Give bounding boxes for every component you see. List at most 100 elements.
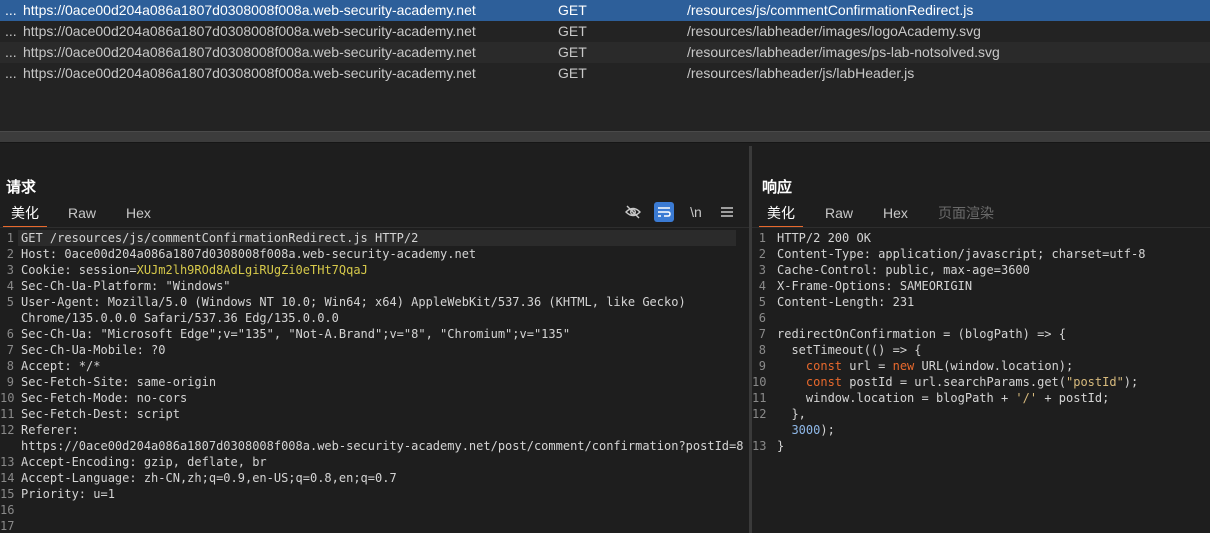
row-marker: ... [5,2,17,18]
code-line: Host: 0ace00d204a086a1807d0308008f008a.w… [21,247,741,261]
row-marker: ... [5,65,17,81]
request-title: 请求 [6,179,37,196]
token-k: Accept: [21,359,72,373]
line-number: 8 [6,359,14,373]
code-line: Content-Length: 231 [777,295,1207,309]
url-cell: /resources/labheader/images/ps-lab-notso… [687,44,1000,60]
code-line: HTTP/2 200 OK [777,231,1207,245]
token-k: Sec-Ch-Ua: [21,327,94,341]
token-v: zh-CN,zh;q=0.9,en-US;q=0.8,en;q=0.7 [136,471,397,485]
token-k: Cache-Control: [777,263,879,277]
token-k: User-Agent: [21,295,101,309]
token-k: Content-Length: [777,295,886,309]
line-number: 9 [6,375,14,389]
token-k: Sec-Fetch-Mode: [21,391,130,405]
token-v: */* [71,359,101,373]
code-line: setTimeout(() => { [777,343,1207,357]
line-number: 10 [752,375,767,389]
response-editor[interactable]: 1 HTTP/2 200 OK 2 Content-Type: application… [752,227,1210,533]
tab-render[interactable]: 页面渲染 [938,201,994,225]
token-num: 3000 [777,423,821,437]
token-k: Sec-Ch-Ua-Platform: [21,279,159,293]
tab-raw[interactable]: Raw [825,201,853,225]
history-row[interactable]: ... https://0ace00d204a086a1807d0308008f0… [0,42,1210,63]
token-k: Accept-Language: [21,471,137,485]
token-str: "postId" [1066,375,1124,389]
history-row[interactable]: ... https://0ace00d204a086a1807d0308008f0… [0,21,1210,42]
response-title: 响应 [762,179,793,196]
method-cell: GET [558,23,587,39]
line-number: 5 [6,295,14,309]
token-k: Sec-Ch-Ua-Mobile: [21,343,144,357]
token-v2: URL(window.location); [914,359,1074,373]
token-k: Referer: [21,423,79,437]
token-v: "Windows" [158,279,231,293]
request-editor[interactable]: 1 GET /resources/js/commentConfirmationRe… [0,227,749,533]
code-line: Sec-Fetch-Site: same-origin [21,375,741,389]
code-line: Accept-Encoding: gzip, deflate, br [21,455,741,469]
history-row[interactable]: ... https://0ace00d204a086a1807d0308008f0… [0,0,1210,21]
line-number: 4 [6,279,14,293]
token-v2: ); [820,423,835,437]
line-number: 1 [758,231,766,245]
line-number: 8 [758,343,766,357]
token-kw2: new [892,359,915,373]
tab-pretty[interactable]: 美化 [3,201,47,228]
line-number: 1 [6,231,14,245]
code-line: window.location = blogPath + '/' + postI… [777,391,1207,405]
line-number: 9 [758,359,766,373]
code-line: https://0ace00d204a086a1807d0308008f008a… [21,439,744,453]
token-v: 231 [885,295,915,309]
menu-icon[interactable] [717,202,737,222]
horizontal-splitter[interactable] [0,131,1210,143]
line-number: 12 [0,423,15,437]
line-number: 2 [758,247,766,261]
token-v: setTimeout(() => { [777,343,922,357]
code-line: }, [777,407,1207,421]
row-marker: ... [5,23,17,39]
line-number: 14 [0,471,15,485]
line-number: 7 [6,343,14,357]
token-str: '/' [1015,391,1038,405]
line-number: 10 [0,391,15,405]
code-line: Referer: [21,423,741,437]
code-line: Accept-Language: zh-CN,zh;q=0.9,en-US;q=… [21,471,741,485]
tab-pretty[interactable]: 美化 [759,201,803,228]
token-k: X-Frame-Options: [777,279,893,293]
method-cell: GET [558,44,587,60]
token-v: postId = url.searchParams.get( [842,375,1066,389]
wrap-icon[interactable] [654,202,674,222]
line-number: 7 [758,327,766,341]
code-line: Cache-Control: public, max-age=3600 [777,263,1207,277]
token-v: https://0ace00d204a086a1807d0308008f008a… [21,439,744,453]
token-v: no-cors [129,391,188,405]
tab-hex[interactable]: Hex [883,201,908,225]
row-marker: ... [5,44,17,60]
token-v: u=1 [86,487,115,501]
code-line: Content-Type: application/javascript; ch… [777,247,1207,261]
token-v: redirectOnConfirmation = (blogPath) => { [777,327,1066,341]
line-number: 16 [0,503,15,517]
token-kw: const [777,375,843,389]
code-line: redirectOnConfirmation = (blogPath) => { [777,327,1207,341]
token-v: Chrome/135.0.0.0 Safari/537.36 Edg/135.0… [21,311,339,325]
code-line: Sec-Ch-Ua-Platform: "Windows" [21,279,741,293]
host-cell: https://0ace00d204a086a1807d0308008f008a… [23,44,476,60]
line-number: 17 [0,519,15,533]
line-number: 13 [0,455,15,469]
line-number: 6 [758,311,766,325]
eye-off-icon[interactable] [623,202,643,222]
line-number: 3 [6,263,14,277]
token-k: Host: [21,247,58,261]
code-line: const postId = url.searchParams.get("pos… [777,375,1207,389]
tab-hex[interactable]: Hex [126,201,151,225]
token-v: script [129,407,180,421]
history-row[interactable]: ... https://0ace00d204a086a1807d0308008f0… [0,63,1210,84]
tab-raw[interactable]: Raw [68,201,96,225]
token-k: Priority: [21,487,87,501]
line-number: 4 [758,279,766,293]
newline-toggle[interactable]: \n [686,202,706,222]
code-line: Sec-Fetch-Dest: script [21,407,741,421]
token-v: Mozilla/5.0 (Windows NT 10.0; Win64; x64… [100,295,686,309]
token-ck: session= [71,263,137,277]
